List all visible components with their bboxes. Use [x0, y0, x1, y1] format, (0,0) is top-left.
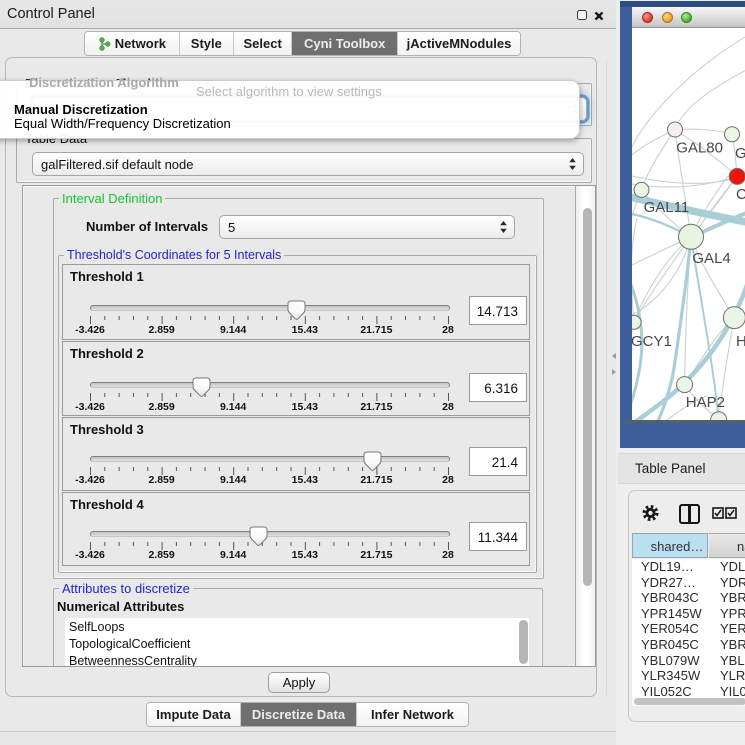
- svg-text:HAP2: HAP2: [686, 394, 725, 411]
- svg-text:GCY1: GCY1: [632, 333, 672, 350]
- svg-text:GAL11: GAL11: [644, 199, 690, 216]
- svg-text:CYC8: CYC8: [736, 186, 745, 203]
- svg-text:HAP5: HAP5: [736, 333, 745, 350]
- svg-text:GAL80: GAL80: [676, 140, 723, 157]
- svg-text:GAL2: GAL2: [735, 145, 745, 162]
- svg-text:GAL4: GAL4: [692, 250, 730, 267]
